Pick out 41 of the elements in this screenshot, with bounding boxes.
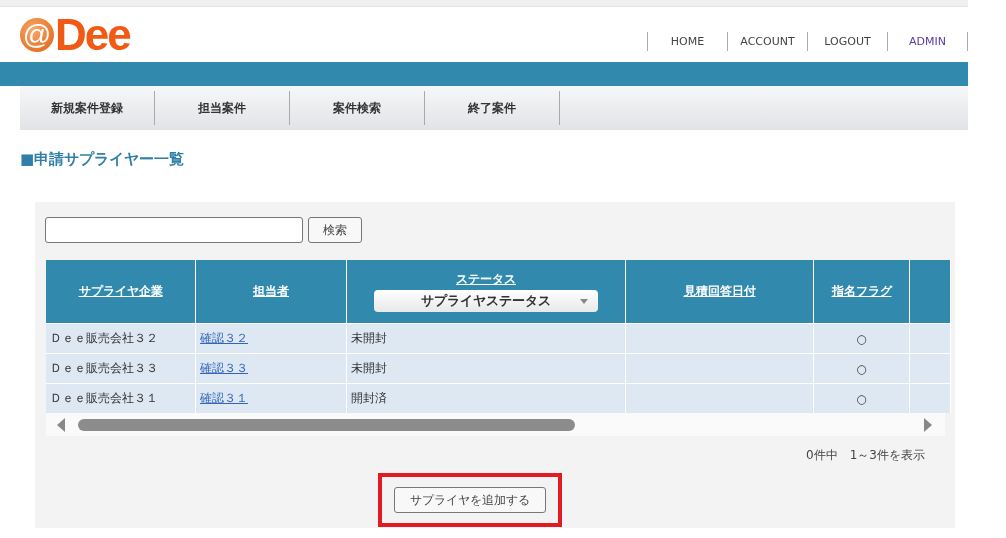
- table-cell: [909, 353, 951, 384]
- menu-item[interactable]: 新規案件登録: [20, 91, 155, 125]
- page-title: ■申請サプライヤー一覧: [20, 149, 186, 169]
- nav-link[interactable]: ACCOUNT: [727, 32, 807, 51]
- nav-link[interactable]: ADMIN: [887, 32, 968, 51]
- caret-icon: [580, 299, 588, 304]
- sort-link[interactable]: サプライヤ企業: [78, 284, 163, 298]
- sort-link[interactable]: 指名フラグ: [831, 284, 892, 298]
- table-cell: 未開封: [346, 323, 626, 354]
- contact-link[interactable]: 確認３１: [200, 391, 248, 405]
- contact-link[interactable]: 確認３３: [200, 361, 248, 375]
- sort-link[interactable]: 担当者: [253, 284, 289, 298]
- result-count: 0件中 1～3件を表示: [805, 447, 925, 464]
- search-button[interactable]: 検索: [308, 217, 362, 243]
- menu-item[interactable]: 案件検索: [290, 91, 425, 125]
- logo-mark: @: [20, 17, 54, 52]
- table-cell: Ｄｅｅ販売会社３２: [46, 323, 196, 354]
- right-arrow-icon[interactable]: [924, 417, 932, 432]
- search-field[interactable]: [45, 217, 303, 243]
- menu-item[interactable]: 担当案件: [155, 91, 290, 125]
- table-cell: [909, 383, 951, 413]
- contact-link[interactable]: 確認３２: [200, 331, 248, 345]
- scroll-thumb[interactable]: [78, 418, 575, 431]
- horizontal-scrollbar[interactable]: [46, 413, 945, 436]
- table-cell: 未開封: [346, 353, 626, 384]
- add-supplier-button[interactable]: サプライヤを追加する: [394, 487, 546, 513]
- table-cell: ○: [813, 323, 910, 354]
- sort-link[interactable]: ステータス: [456, 272, 516, 286]
- left-arrow-icon[interactable]: [57, 417, 65, 432]
- table-cell: Ｄｅｅ販売会社３１: [46, 383, 196, 413]
- status-select[interactable]: サプライヤステータス: [374, 290, 598, 312]
- sort-link[interactable]: 見積回答日付: [683, 284, 756, 298]
- nav-link[interactable]: HOME: [647, 32, 727, 51]
- table-cell: ○: [813, 383, 910, 413]
- table-cell: ○: [813, 353, 910, 384]
- table-cell: Ｄｅｅ販売会社３３: [46, 353, 196, 384]
- table-cell: 開封済: [346, 383, 626, 413]
- logo-text: Dee: [55, 12, 130, 57]
- select-value: サプライヤステータス: [421, 292, 551, 310]
- menu-item[interactable]: 終了案件: [425, 91, 560, 125]
- nav-link[interactable]: LOGOUT: [807, 32, 887, 51]
